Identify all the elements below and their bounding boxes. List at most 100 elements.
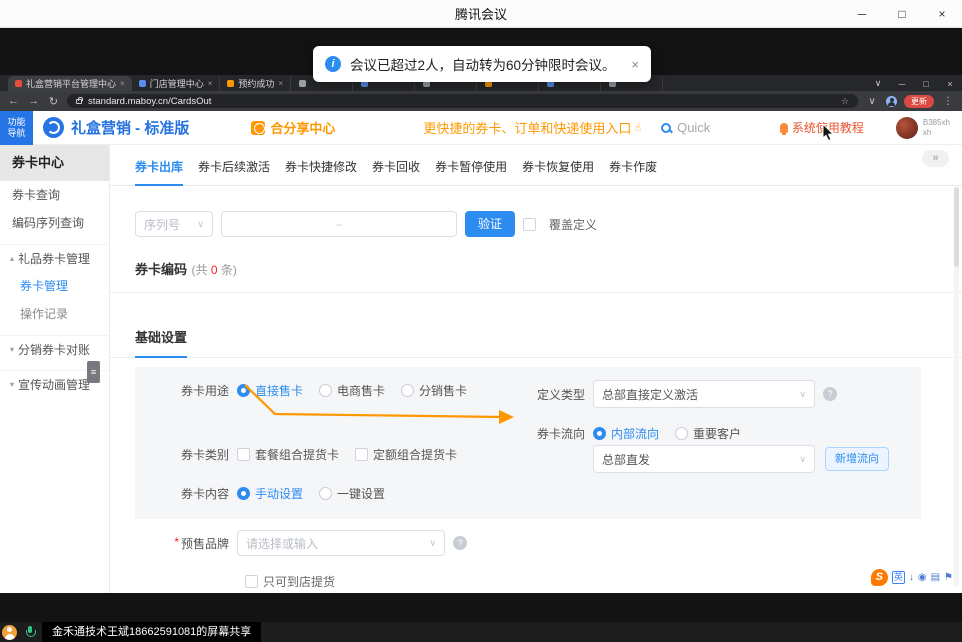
flow-select[interactable]: 总部直发 <box>593 445 815 473</box>
serial-range-input[interactable]: – <box>221 211 457 237</box>
content-label: 券卡内容 <box>135 485 237 502</box>
store-pickup-checkbox[interactable] <box>245 575 258 588</box>
tab-card-resume[interactable]: 券卡恢复使用 <box>522 158 594 185</box>
scrollbar[interactable] <box>954 187 959 587</box>
radio-internal-flow[interactable]: 内部流向 <box>593 425 659 442</box>
tab-card-quick-edit[interactable]: 券卡快捷修改 <box>285 158 357 185</box>
tab-card-pause[interactable]: 券卡暂停使用 <box>435 158 507 185</box>
caret-down-icon <box>429 538 436 549</box>
help-icon[interactable] <box>823 387 837 401</box>
codes-count-prefix: (共 <box>191 263 210 277</box>
sidebar-collapse-handle[interactable] <box>87 361 100 383</box>
triangle-down-icon <box>10 336 14 364</box>
presale-brand-row: * 预售品牌 请选择或输入 <box>135 530 962 556</box>
bookmark-star-icon[interactable] <box>841 96 849 107</box>
maximize-icon[interactable] <box>882 0 922 27</box>
screen-share-area: 会议已超过2人，自动转为60分钟限时会议。 礼盒营销平台管理中心 门店管理中心 <box>0 28 962 622</box>
tab-basic-settings[interactable]: 基础设置 <box>135 327 187 358</box>
browser-close-icon[interactable] <box>938 76 962 91</box>
radio-manual-setup[interactable]: 手动设置 <box>237 485 303 502</box>
usage-row: 券卡用途 直接售卡 电商售卡 <box>135 382 483 399</box>
profile-icon[interactable] <box>886 96 897 107</box>
web-app: 功能导航 礼盒营销 - 标准版 合分享中心 更快捷的券卡、订单和快递使用入口 Q… <box>0 111 962 593</box>
sidebar-group-label: 分销券卡对账 <box>18 336 90 364</box>
triangle-up-icon <box>10 245 14 273</box>
browser-maximize-icon[interactable] <box>914 76 938 91</box>
share-banner-text: 金禾通技术王斌18662591081的屏幕共享 <box>42 622 261 642</box>
browser-minimize-icon[interactable] <box>890 76 914 91</box>
avatar <box>896 117 918 139</box>
help-icon[interactable] <box>453 536 467 550</box>
radio-off-icon <box>675 427 688 440</box>
nav-toggle-button[interactable]: 功能导航 <box>0 111 33 145</box>
range-separator: – <box>336 217 343 231</box>
caret-down-icon <box>197 219 204 230</box>
tab-close-icon[interactable] <box>278 79 283 88</box>
overwrite-checkbox[interactable] <box>523 218 536 231</box>
sidebar-group-label: 宣传动画管理 <box>18 371 90 399</box>
radio-ecommerce-sale[interactable]: 电商售卡 <box>319 382 385 399</box>
browser-tab[interactable]: 门店管理中心 <box>132 76 221 91</box>
plugin-grid-icon[interactable] <box>931 571 940 584</box>
divider <box>110 292 962 293</box>
url-bar[interactable]: standard.maboy.cn/CardsOut <box>67 94 858 108</box>
tab-close-icon[interactable] <box>120 79 125 88</box>
app-header: 功能导航 礼盒营销 - 标准版 合分享中心 更快捷的券卡、订单和快递使用入口 Q… <box>0 111 962 145</box>
plugin-record-icon[interactable] <box>918 571 927 584</box>
radio-distribution-sale[interactable]: 分销售卡 <box>401 382 467 399</box>
define-type-select[interactable]: 总部直接定义激活 <box>593 380 815 408</box>
tab-card-recycle[interactable]: 券卡回收 <box>372 158 420 185</box>
translate-plugin-icon[interactable]: 英 <box>892 571 905 584</box>
reload-icon[interactable] <box>47 95 60 108</box>
minimize-icon[interactable] <box>842 0 882 27</box>
radio-one-click-setup[interactable]: 一键设置 <box>319 485 385 502</box>
radio-direct-sale[interactable]: 直接售卡 <box>237 382 303 399</box>
gift-icon <box>251 121 265 135</box>
checkbox-fixed-combo-card[interactable]: 定额组合提货卡 <box>355 446 457 463</box>
sidebar-group-distribution-recon[interactable]: 分销券卡对账 <box>0 335 109 363</box>
sidebar-item-card-query[interactable]: 券卡查询 <box>0 181 109 209</box>
main-content: 券卡出库 券卡后续激活 券卡快捷修改 券卡回收 券卡暂停使用 券卡恢复使用 券卡… <box>110 145 962 593</box>
radio-important-customer[interactable]: 重要客户 <box>675 425 741 442</box>
flow-radio-row: 券卡流向 内部流向 重要客户 <box>523 425 757 442</box>
share-center-link[interactable]: 合分享中心 <box>251 118 335 137</box>
browser-tab[interactable]: 预约成功 <box>220 76 291 91</box>
checkbox-combo-card[interactable]: 套餐组合提货卡 <box>237 446 339 463</box>
serial-type-select[interactable]: 序列号 <box>135 211 213 237</box>
sidebar-item-operation-log[interactable]: 操作记录 <box>0 300 109 328</box>
plugin-flag-icon[interactable] <box>944 571 953 584</box>
browser-menu-icon[interactable] <box>941 96 955 107</box>
plugin-s-logo-icon[interactable]: S <box>871 569 888 586</box>
sidebar-group-gift-card-mgmt[interactable]: 礼品券卡管理 <box>0 244 109 272</box>
favicon-icon <box>299 80 306 87</box>
browser-tab-active[interactable]: 礼盒营销平台管理中心 <box>8 76 132 91</box>
user-account[interactable]: B385xh xh <box>896 117 950 139</box>
chevron-down-icon[interactable] <box>866 76 890 91</box>
plugin-download-icon[interactable] <box>909 571 914 584</box>
close-icon[interactable] <box>922 0 962 27</box>
caret-down-icon <box>799 454 806 465</box>
browser-update-button[interactable]: 更新 <box>904 95 934 108</box>
downloads-chevron-icon[interactable] <box>865 96 879 107</box>
toast-close-icon[interactable] <box>631 57 639 72</box>
sidebar-item-card-mgmt[interactable]: 券卡管理 <box>0 272 109 300</box>
promo-link[interactable]: 更快捷的券卡、订单和快递使用入口 <box>423 118 631 137</box>
back-icon[interactable] <box>7 95 20 107</box>
tab-close-icon[interactable] <box>208 79 213 88</box>
overwrite-label: 覆盖定义 <box>549 216 597 233</box>
panel-collapse-button[interactable] <box>922 150 949 167</box>
quick-search[interactable]: Quick <box>661 120 710 135</box>
verify-button[interactable]: 验证 <box>465 211 515 237</box>
tab-card-outbound[interactable]: 券卡出库 <box>135 158 183 186</box>
app-body: 券卡中心 券卡查询 编码序列查询 礼品券卡管理 券卡管理 操作记录 分销券卡对账 <box>0 145 962 593</box>
add-flow-button[interactable]: 新增流向 <box>825 447 889 471</box>
sidebar-item-code-serial-query[interactable]: 编码序列查询 <box>0 209 109 237</box>
brand-select[interactable]: 请选择或输入 <box>237 530 445 556</box>
forward-icon[interactable] <box>27 95 40 107</box>
option-label: 内部流向 <box>611 425 659 442</box>
option-label: 套餐组合提货卡 <box>255 446 339 463</box>
tab-card-activate[interactable]: 券卡后续激活 <box>198 158 270 185</box>
tab-card-void[interactable]: 券卡作废 <box>609 158 657 185</box>
sidebar: 券卡中心 券卡查询 编码序列查询 礼品券卡管理 券卡管理 操作记录 分销券卡对账 <box>0 145 110 593</box>
tab-title: 预约成功 <box>238 77 274 90</box>
